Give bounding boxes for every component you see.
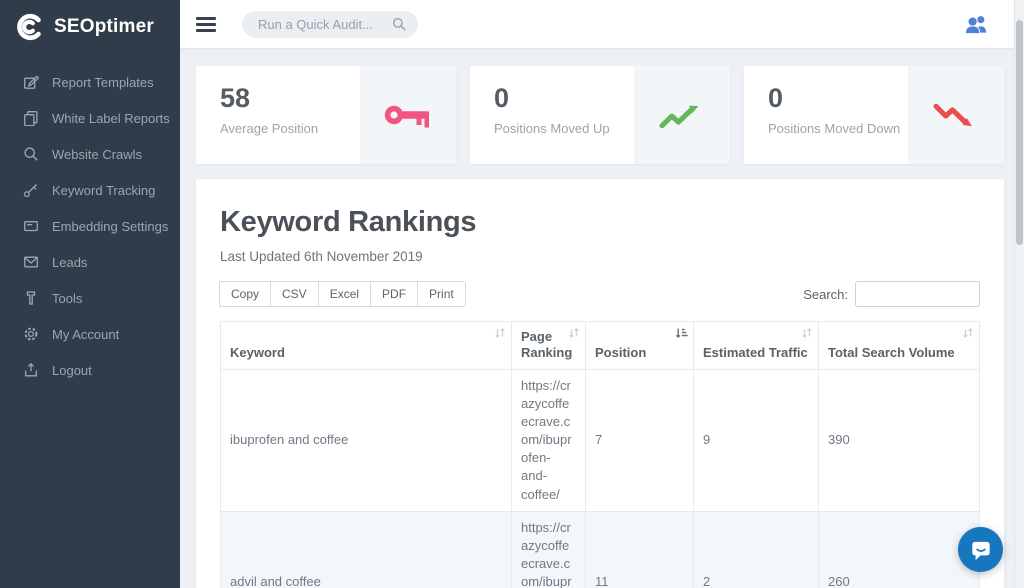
column-header-label: Estimated Traffic — [703, 345, 808, 360]
export-buttons: Copy CSV Excel PDF Print — [220, 281, 466, 307]
sidebar-item-tools[interactable]: Tools — [0, 280, 180, 316]
cell-total-search-volume: 260 — [819, 511, 980, 588]
column-keyword[interactable]: Keyword — [221, 322, 512, 370]
sidebar-item-label: Logout — [52, 363, 92, 378]
sidebar-item-label: Website Crawls — [52, 147, 142, 162]
sidebar-item-label: Leads — [52, 255, 87, 270]
edit-icon — [23, 74, 39, 90]
quick-audit-input[interactable] — [258, 17, 386, 32]
column-header-label: Position — [595, 345, 646, 360]
cell-page-ranking: https://crazycoffeecrave.com/ibuprofen-a… — [512, 511, 586, 588]
stat-positions-moved-down: 0 Positions Moved Down — [744, 66, 1004, 164]
sidebar-item-report-templates[interactable]: Report Templates — [0, 64, 180, 100]
export-button[interactable]: Excel — [318, 281, 371, 307]
sidebar-nav: Report Templates White Label Reports Web… — [0, 64, 180, 388]
sort-icon[interactable] — [568, 327, 580, 339]
table-toolbar: Copy CSV Excel PDF Print Search: — [220, 281, 980, 307]
sidebar-item-embedding-settings[interactable]: Embedding Settings — [0, 208, 180, 244]
sidebar-item-label: My Account — [52, 327, 119, 342]
search-label: Search: — [803, 287, 848, 302]
last-updated-text: Last Updated 6th November 2019 — [220, 249, 980, 264]
sidebar-item-label: Keyword Tracking — [52, 183, 155, 198]
table-row[interactable]: ibuprofen and coffee https://crazycoffee… — [221, 369, 980, 511]
keyword-rankings-panel: Keyword Rankings Last Updated 6th Novemb… — [196, 179, 1004, 588]
column-page-ranking[interactable]: Page Ranking — [512, 322, 586, 370]
chat-launcher-button[interactable] — [958, 527, 1003, 572]
sidebar-item-white-label-reports[interactable]: White Label Reports — [0, 100, 180, 136]
quick-audit-search[interactable] — [242, 11, 418, 38]
vertical-scrollbar[interactable] — [1014, 0, 1024, 588]
sort-icon[interactable] — [494, 327, 506, 339]
cell-position: 7 — [586, 369, 694, 511]
users-icon[interactable] — [963, 13, 990, 35]
cell-total-search-volume: 390 — [819, 369, 980, 511]
table-search-input[interactable] — [855, 281, 980, 307]
column-position[interactable]: Position — [586, 322, 694, 370]
trend-down-icon — [933, 101, 978, 130]
search-icon — [23, 146, 39, 162]
logo-text: SEOptimer — [54, 16, 154, 38]
seoptimer-logo[interactable]: SEOptimer — [0, 0, 180, 54]
keyword-rankings-table: Keyword Page Ranking Position — [220, 321, 980, 588]
sort-icon[interactable] — [962, 327, 974, 339]
cell-position: 11 — [586, 511, 694, 588]
key-outline-icon — [23, 182, 39, 198]
column-header-label: Keyword — [230, 345, 285, 360]
sidebar: SEOptimer Report Templates White Label R… — [0, 0, 180, 588]
chat-bubble-icon — [968, 537, 994, 563]
sidebar-item-logout[interactable]: Logout — [0, 352, 180, 388]
sidebar-item-label: Embedding Settings — [52, 219, 168, 234]
sidebar-item-label: Report Templates — [52, 75, 154, 90]
export-button[interactable]: Copy — [219, 281, 271, 307]
sidebar-item-label: Tools — [52, 291, 82, 306]
trend-up-icon — [659, 101, 704, 130]
main-content: 58 Average Position 0 Positions Moved Up — [180, 48, 1014, 588]
sidebar-item-leads[interactable]: Leads — [0, 244, 180, 280]
sidebar-item-website-crawls[interactable]: Website Crawls — [0, 136, 180, 172]
envelope-icon — [23, 254, 39, 270]
column-total-search-volume[interactable]: Total Search Volume — [819, 322, 980, 370]
cell-estimated-traffic: 2 — [694, 511, 819, 588]
table-row[interactable]: advil and coffee https://crazycoffeecrav… — [221, 511, 980, 588]
column-estimated-traffic[interactable]: Estimated Traffic — [694, 322, 819, 370]
export-button[interactable]: PDF — [370, 281, 418, 307]
sidebar-item-keyword-tracking[interactable]: Keyword Tracking — [0, 172, 180, 208]
table-search: Search: — [803, 281, 980, 307]
sort-icon[interactable] — [801, 327, 813, 339]
key-solid-icon — [384, 99, 431, 131]
page-title: Keyword Rankings — [220, 206, 980, 239]
stat-positions-moved-up: 0 Positions Moved Up — [470, 66, 730, 164]
logout-icon — [23, 362, 39, 378]
column-header-label: Total Search Volume — [828, 345, 955, 360]
scrollbar-thumb[interactable] — [1016, 20, 1023, 245]
export-button[interactable]: CSV — [270, 281, 319, 307]
cell-keyword: advil and coffee — [221, 511, 512, 588]
column-header-label: Page Ranking — [521, 329, 572, 360]
export-button[interactable]: Print — [417, 281, 466, 307]
sidebar-item-my-account[interactable]: My Account — [0, 316, 180, 352]
seoptimer-logo-icon — [15, 12, 45, 42]
copy-icon — [23, 110, 39, 126]
gear-icon — [23, 326, 39, 342]
stat-cards: 58 Average Position 0 Positions Moved Up — [196, 66, 1004, 164]
hammer-icon — [23, 290, 39, 306]
search-icon — [392, 17, 406, 31]
sort-desc-icon[interactable] — [675, 327, 688, 339]
embed-icon — [23, 218, 39, 234]
hamburger-menu-icon[interactable] — [196, 14, 216, 35]
stat-average-position: 58 Average Position — [196, 66, 456, 164]
cell-keyword: ibuprofen and coffee — [221, 369, 512, 511]
topbar — [180, 0, 1014, 48]
cell-estimated-traffic: 9 — [694, 369, 819, 511]
cell-page-ranking: https://crazycoffeecrave.com/ibuprofen-a… — [512, 369, 586, 511]
sidebar-item-label: White Label Reports — [52, 111, 170, 126]
